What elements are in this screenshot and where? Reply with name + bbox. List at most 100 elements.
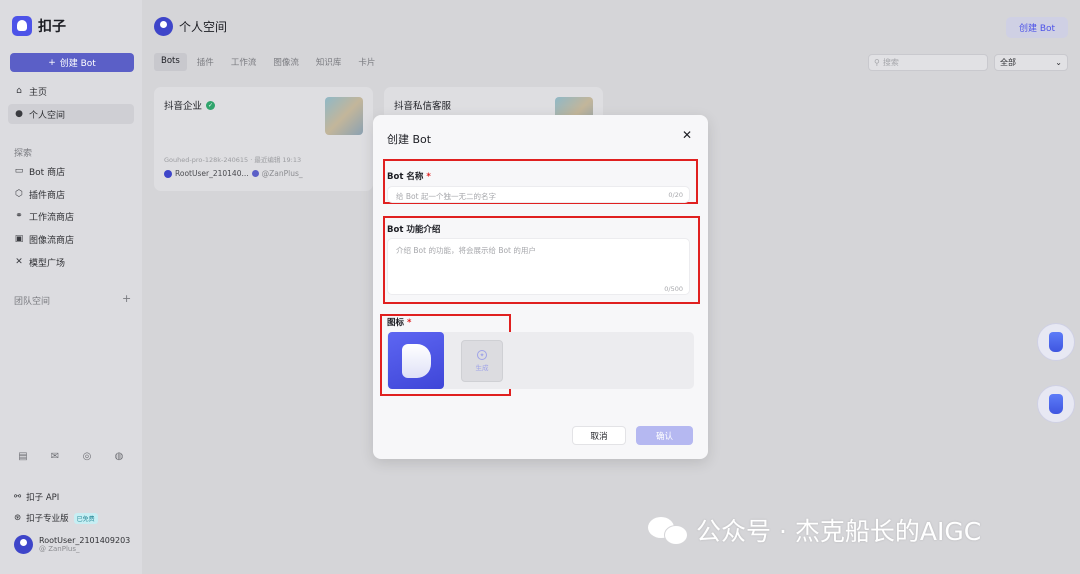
chevron-down-icon: ⌄ bbox=[1055, 58, 1062, 67]
search-icon: ⚲ bbox=[874, 58, 880, 67]
sidebar-item-model-square[interactable]: ✕ 模型广场 bbox=[8, 252, 134, 272]
bot-description-placeholder: 介绍 Bot 的功能，将会展示给 Bot 的用户 bbox=[396, 246, 536, 255]
wechat-icon bbox=[648, 514, 688, 546]
tab-knowledge[interactable]: 知识库 bbox=[309, 53, 349, 71]
user-name: RootUser_2101409203 bbox=[39, 536, 131, 545]
bot-name-placeholder: 给 Bot 起一个独一无二的名字 bbox=[396, 192, 496, 201]
sidebar-item-label: 图像流商店 bbox=[29, 235, 75, 246]
link-icon: ⚯ bbox=[14, 492, 22, 502]
assistant-icon bbox=[1049, 394, 1063, 414]
generate-icon-button[interactable]: ✦ 生成 bbox=[461, 340, 503, 382]
filter-select[interactable]: 全部 ⌄ bbox=[994, 54, 1068, 71]
bot-description-label: Bot 功能介绍 bbox=[387, 225, 441, 235]
author-handle: @ZanPlus_ bbox=[261, 169, 303, 178]
api-label: 扣子 API bbox=[26, 493, 60, 503]
bot-name-counter: 0/20 bbox=[668, 191, 683, 199]
community-icon[interactable]: ◍ bbox=[114, 451, 124, 462]
avatar bbox=[14, 535, 33, 554]
sidebar-item-label: Bot 商店 bbox=[29, 167, 66, 178]
create-bot-button[interactable]: + 创建 Bot bbox=[10, 53, 134, 72]
image-icon: ▣ bbox=[14, 234, 24, 244]
store-icon: ▭ bbox=[14, 166, 24, 176]
close-icon[interactable]: ✕ bbox=[682, 128, 692, 142]
float-assistant-button[interactable] bbox=[1037, 323, 1075, 361]
add-team-icon[interactable]: + bbox=[122, 292, 131, 305]
cancel-button[interactable]: 取消 bbox=[572, 426, 626, 445]
assistant-icon bbox=[1049, 332, 1063, 352]
float-assistant-button[interactable] bbox=[1037, 385, 1075, 423]
confirm-button[interactable]: 确认 bbox=[636, 426, 693, 445]
explore-section-label: 探索 bbox=[14, 149, 33, 159]
api-link[interactable]: ⚯ 扣子 API bbox=[14, 491, 59, 503]
sidebar-item-plugin-store[interactable]: ⬡ 插件商店 bbox=[8, 184, 134, 204]
bot-name-label-text: Bot 名称 bbox=[387, 172, 424, 182]
sidebar-item-label: 主页 bbox=[29, 87, 48, 98]
sidebar-item-label: 插件商店 bbox=[29, 190, 66, 201]
bot-avatar-icon[interactable] bbox=[388, 332, 444, 389]
model-icon: ✕ bbox=[15, 257, 23, 267]
sidebar-item-home[interactable]: ⌂ 主页 bbox=[8, 81, 134, 101]
published-check-icon: ✓ bbox=[206, 100, 216, 110]
create-bot-label: 创建 Bot bbox=[59, 59, 96, 69]
bot-b-shape bbox=[402, 344, 431, 378]
sidebar-item-image-store[interactable]: ▣ 图像流商店 bbox=[8, 229, 134, 249]
bot-name-input[interactable]: 给 Bot 起一个独一无二的名字 0/20 bbox=[387, 186, 690, 203]
bot-description-counter: 0/500 bbox=[664, 285, 683, 293]
author-avatar bbox=[164, 169, 172, 178]
sparkle-icon: ✦ bbox=[477, 350, 487, 360]
pro-icon: ⊛ bbox=[14, 513, 22, 523]
tab-bots[interactable]: Bots bbox=[154, 53, 187, 71]
doc-icon[interactable]: ▤ bbox=[18, 451, 28, 462]
bot-author: RootUser_210140... @ZanPlus_ bbox=[164, 169, 303, 178]
plugin-icon: ⬡ bbox=[15, 189, 23, 199]
tab-workflows[interactable]: 工作流 bbox=[224, 53, 264, 71]
author-name: RootUser_210140... bbox=[175, 169, 249, 178]
bot-card[interactable]: 抖音企业 ✓ Gouhed-pro-128k-240615 · 最近编辑 19:… bbox=[154, 87, 373, 191]
team-space-label: 团队空间 bbox=[14, 297, 51, 307]
header-create-bot-button[interactable]: 创建 Bot bbox=[1006, 17, 1068, 38]
required-mark: * bbox=[406, 318, 412, 328]
bot-description-textarea[interactable]: 介绍 Bot 的功能，将会展示给 Bot 的用户 0/500 bbox=[387, 238, 690, 295]
app-logo[interactable]: 扣子 bbox=[12, 16, 66, 36]
dialog-title: 创建 Bot bbox=[387, 133, 432, 146]
page-header: 个人空间 bbox=[154, 17, 227, 36]
bot-name: 抖音企业 bbox=[164, 101, 203, 112]
tab-cards[interactable]: 卡片 bbox=[351, 53, 382, 71]
verified-icon bbox=[251, 170, 259, 177]
sidebar-item-label: 模型广场 bbox=[29, 258, 66, 269]
space-avatar bbox=[154, 17, 173, 36]
bot-name-label: Bot 名称 * bbox=[387, 170, 431, 182]
pro-link[interactable]: ⊛ 扣子专业版 已免费 bbox=[14, 512, 98, 524]
home-icon: ⌂ bbox=[16, 86, 22, 96]
sidebar-item-workflow-store[interactable]: ⚭ 工作流商店 bbox=[8, 206, 134, 226]
app-name: 扣子 bbox=[38, 19, 66, 35]
sidebar-tools: ▤ ✉ ◎ ◍ bbox=[18, 451, 124, 462]
mail-icon[interactable]: ✉ bbox=[50, 451, 60, 462]
logo-icon bbox=[12, 16, 32, 36]
bot-meta: Gouhed-pro-128k-240615 · 最近编辑 19:13 bbox=[164, 156, 302, 164]
filter-value: 全部 bbox=[1000, 58, 1016, 67]
pro-label: 扣子专业版 bbox=[26, 514, 69, 524]
user-profile[interactable]: RootUser_2101409203 @ ZanPlus_ bbox=[14, 535, 130, 554]
sidebar-item-label: 个人空间 bbox=[29, 110, 66, 121]
pro-badge: 已免费 bbox=[73, 512, 98, 524]
workflow-icon: ⚭ bbox=[15, 211, 23, 221]
bot-name: 抖音私信客服 bbox=[394, 101, 452, 112]
help-icon[interactable]: ◎ bbox=[82, 451, 92, 462]
bot-card-title: 抖音私信客服 bbox=[394, 98, 451, 112]
tab-imageflows[interactable]: 图像流 bbox=[266, 53, 306, 71]
icon-label-text: 图标 bbox=[387, 318, 405, 328]
watermark-text: 公众号 · 杰克船长的AIGC bbox=[696, 517, 982, 546]
page-title: 个人空间 bbox=[179, 20, 228, 34]
tab-plugins[interactable]: 插件 bbox=[190, 53, 221, 71]
sidebar: 扣子 + 创建 Bot ⌂ 主页 ● 个人空间 探索 ▭ Bot 商店 ⬡ 插件… bbox=[0, 0, 142, 574]
required-mark: * bbox=[426, 172, 431, 182]
icon-label: 图标 * bbox=[387, 316, 411, 328]
sidebar-item-bot-store[interactable]: ▭ Bot 商店 bbox=[8, 161, 134, 181]
user-handle: @ ZanPlus_ bbox=[39, 545, 80, 553]
space-tabs: Bots 插件 工作流 图像流 知识库 卡片 bbox=[154, 53, 385, 71]
search-input[interactable]: ⚲ 搜索 bbox=[868, 54, 988, 71]
bot-card-title: 抖音企业 ✓ bbox=[164, 98, 216, 112]
generate-label: 生成 bbox=[475, 364, 489, 372]
sidebar-item-personal-space[interactable]: ● 个人空间 bbox=[8, 104, 134, 124]
